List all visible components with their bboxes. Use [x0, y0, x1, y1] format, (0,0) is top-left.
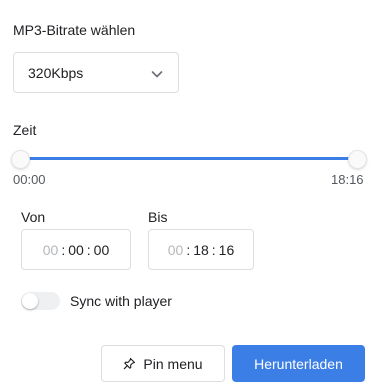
pin-icon: [124, 357, 136, 370]
bitrate-select[interactable]: 320Kbps: [13, 52, 179, 93]
time-separator: :: [86, 241, 91, 258]
chevron-down-icon: [151, 71, 163, 78]
from-minutes[interactable]: 00: [68, 242, 84, 258]
to-seconds[interactable]: 16: [219, 242, 235, 258]
time-label: Zeit: [13, 122, 37, 138]
download-label: Herunterladen: [254, 355, 343, 372]
time-range-track[interactable]: [22, 157, 357, 160]
from-hours[interactable]: 00: [43, 242, 59, 258]
sync-label: Sync with player: [70, 293, 172, 309]
time-range-start-label: 00:00: [13, 172, 46, 187]
time-separator: :: [211, 241, 216, 258]
time-separator: :: [61, 241, 66, 258]
time-range-start-thumb[interactable]: [12, 151, 29, 168]
time-range-end-label: 18:16: [331, 172, 364, 187]
to-minutes[interactable]: 18: [193, 242, 209, 258]
sync-toggle-knob: [22, 293, 38, 309]
from-time-input[interactable]: 00 : 00 : 00: [21, 229, 131, 270]
to-time-input[interactable]: 00 : 18 : 16: [148, 229, 254, 270]
from-seconds[interactable]: 00: [94, 242, 110, 258]
to-hours[interactable]: 00: [168, 242, 184, 258]
download-button[interactable]: Herunterladen: [232, 345, 365, 382]
pin-menu-button[interactable]: Pin menu: [101, 345, 225, 382]
bitrate-label: MP3-Bitrate wählen: [13, 22, 136, 38]
sync-toggle[interactable]: [21, 292, 60, 310]
pin-menu-label: Pin menu: [143, 355, 203, 372]
bitrate-select-value: 320Kbps: [28, 65, 84, 81]
time-range-end-thumb[interactable]: [349, 151, 366, 168]
to-label: Bis: [148, 209, 168, 225]
time-separator: :: [186, 241, 191, 258]
from-label: Von: [21, 209, 46, 225]
